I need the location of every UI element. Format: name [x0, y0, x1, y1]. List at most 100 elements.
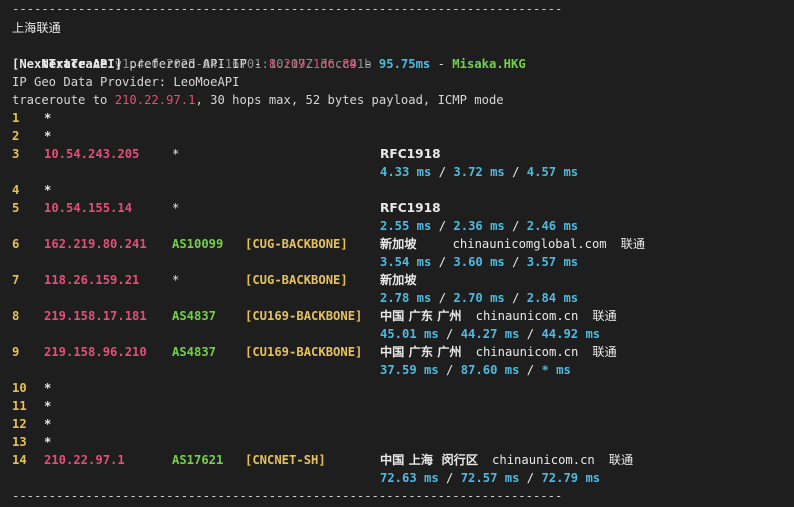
hop-number: 13	[12, 435, 27, 449]
latency-separator: /	[519, 363, 542, 377]
hop-number: 10	[12, 381, 27, 395]
hop-number: 1	[12, 111, 20, 125]
hop-ip: 219.158.17.181	[44, 309, 147, 323]
trace-target: 210.22.97.1	[114, 93, 196, 107]
hop-geo-text: 新加坡	[380, 237, 417, 251]
latency-value: 3.54 ms	[380, 255, 432, 269]
trace-suffix: , 30 hops max, 52 bytes payload, ICMP mo…	[195, 93, 504, 107]
latency-separator: /	[438, 363, 461, 377]
hop-number: 9	[12, 345, 20, 359]
latency-separator: /	[504, 219, 527, 233]
hop-domain: chinaunicom.cn	[475, 309, 579, 323]
hop-domain: chinaunicom.cn	[492, 453, 595, 467]
hop-ip: *	[44, 399, 52, 413]
hop-ip: 10.54.243.205	[44, 147, 140, 161]
latency-value: 3.57 ms	[526, 255, 579, 269]
latency-value: 37.59 ms	[380, 363, 439, 377]
hop-ip: *	[44, 417, 52, 431]
hop-ip: 10.54.155.14	[44, 201, 133, 215]
latency-value: 2.84 ms	[526, 291, 579, 305]
hop-asn: AS4837	[172, 345, 217, 359]
hop-number: 2	[12, 129, 20, 143]
hop-number: 6	[12, 237, 20, 251]
api-latency: 95.75ms	[378, 57, 431, 71]
hop-geo: 中国 广东 广州 chinaunicom.cn 联通	[380, 343, 617, 361]
hop-ip: 118.26.159.21	[44, 273, 140, 287]
latency-value: 87.60 ms	[460, 363, 520, 377]
hop-number: 8	[12, 309, 20, 323]
latency-value: 2.70 ms	[453, 291, 505, 305]
latency-separator: /	[431, 255, 454, 269]
location-label: 上海联通	[12, 21, 61, 35]
latency-value: 44.27 ms	[460, 327, 520, 341]
traceroute-line: traceroute to 210.22.97.1, 30 hops max, …	[12, 91, 504, 109]
latency-separator: /	[431, 219, 454, 233]
hop-latency: 3.54 ms / 3.60 ms / 3.57 ms	[380, 253, 578, 271]
hop-isp: 联通	[620, 237, 646, 251]
latency-value: 72.63 ms	[380, 471, 439, 485]
hop-ip: *	[44, 435, 52, 449]
latency-value: 3.72 ms	[453, 165, 505, 179]
api-ip: 8.219.136.89	[268, 57, 357, 71]
latency-value: 2.55 ms	[380, 219, 432, 233]
hop-domain: chinaunicom.cn	[475, 345, 579, 359]
geo-provider-line: IP Geo Data Provider: LeoMoeAPI	[12, 75, 240, 89]
hop-backbone-tag: [CNCNET-SH]	[245, 453, 326, 467]
top-separator: ----------------------------------------…	[12, 2, 563, 16]
hop-latency: 72.63 ms / 72.57 ms / 72.79 ms	[380, 469, 600, 487]
trace-prefix: traceroute to	[12, 93, 115, 107]
hop-ip: *	[44, 129, 52, 143]
hop-number: 12	[12, 417, 27, 431]
hop-geo-text: 新加坡	[380, 273, 417, 287]
terminal-window: ----------------------------------------…	[0, 0, 794, 507]
hop-ip: *	[44, 111, 52, 125]
latency-value: 2.36 ms	[453, 219, 505, 233]
latency-separator: /	[438, 327, 461, 341]
hop-geo-text: RFC1918	[380, 147, 441, 161]
latency-separator: /	[504, 291, 527, 305]
hop-isp: 联通	[592, 345, 617, 359]
hop-isp: 联通	[608, 453, 634, 467]
latency-separator: /	[519, 327, 542, 341]
latency-separator: /	[438, 471, 461, 485]
hop-number: 4	[12, 183, 20, 197]
latency-value: 3.60 ms	[453, 255, 505, 269]
latency-value: 45.01 ms	[380, 327, 439, 341]
hop-asn: AS10099	[172, 237, 224, 251]
latency-separator: /	[431, 165, 454, 179]
hop-latency: 45.01 ms / 44.27 ms / 44.92 ms	[380, 325, 600, 343]
hop-number: 7	[12, 273, 20, 287]
hop-latency: 2.55 ms / 2.36 ms / 2.46 ms	[380, 217, 578, 235]
hop-latency: 4.33 ms / 3.72 ms / 4.57 ms	[380, 163, 578, 181]
latency-separator: /	[519, 471, 542, 485]
hop-number: 3	[12, 147, 20, 161]
hop-asn: *	[172, 273, 180, 287]
hop-number: 5	[12, 201, 20, 215]
hop-geo: RFC1918	[380, 199, 441, 217]
hop-domain: chinaunicomglobal.com	[452, 237, 607, 251]
hop-ip: 219.158.96.210	[44, 345, 147, 359]
bottom-separator: ----------------------------------------…	[12, 489, 563, 503]
api-node: Misaka.HKG	[452, 57, 526, 71]
hop-asn: *	[172, 201, 180, 215]
hop-backbone-tag: [CUG-BACKBONE]	[245, 237, 348, 251]
latency-value: 44.92 ms	[541, 327, 601, 341]
hop-asn: AS4837	[172, 309, 217, 323]
hop-geo-text: RFC1918	[380, 201, 441, 215]
hop-geo-text: 中国 广东 广州	[380, 309, 462, 323]
latency-separator: /	[504, 165, 527, 179]
version-line: NextTrace v1.4.0 2025-04-16T01:10:07Z dc…	[12, 37, 371, 71]
hop-geo-text: 中国 广东 广州	[380, 345, 462, 359]
hop-geo: RFC1918	[380, 145, 441, 163]
latency-separator: /	[431, 291, 454, 305]
hop-asn: *	[172, 147, 180, 161]
hop-geo: 中国 上海 闵行区 chinaunicom.cn 联通	[380, 451, 633, 469]
latency-value: * ms	[541, 363, 571, 377]
hop-geo: 新加坡 chinaunicomglobal.com 联通	[380, 235, 645, 253]
api-line: [NextTrace API] preferred API IP - 8.219…	[12, 55, 526, 73]
hop-ip: *	[44, 381, 52, 395]
hop-geo-text: 中国 上海 闵行区	[380, 453, 479, 467]
latency-value: 72.57 ms	[460, 471, 520, 485]
hop-number: 14	[12, 453, 27, 467]
api-text: preferred API IP -	[122, 57, 269, 71]
